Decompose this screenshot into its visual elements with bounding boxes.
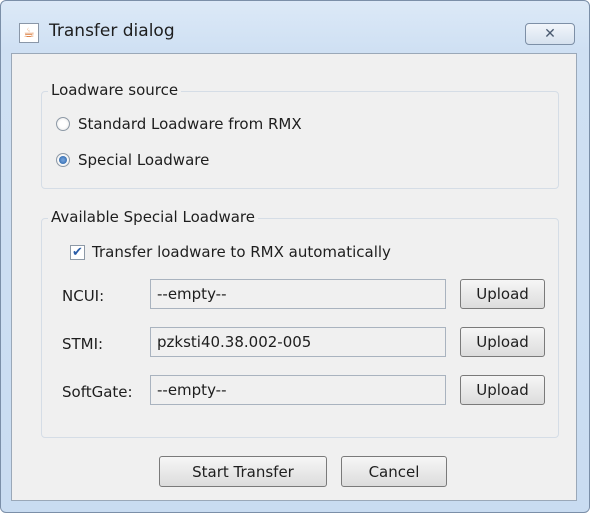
title-bar[interactable]: ☕ Transfer dialog ✕ bbox=[1, 1, 589, 53]
radio-special-label: Special Loadware bbox=[78, 151, 210, 169]
close-icon: ✕ bbox=[544, 26, 556, 42]
radio-standard-loadware[interactable]: Standard Loadware from RMX bbox=[56, 115, 302, 133]
radio-special-indicator[interactable] bbox=[56, 153, 70, 167]
close-button[interactable]: ✕ bbox=[525, 23, 575, 45]
radio-special-loadware[interactable]: Special Loadware bbox=[56, 151, 209, 169]
softgate-field[interactable]: --empty-- bbox=[150, 375, 446, 405]
start-transfer-button[interactable]: Start Transfer bbox=[159, 456, 327, 487]
ncui-upload-button[interactable]: Upload bbox=[460, 279, 545, 309]
ncui-field[interactable]: --empty-- bbox=[150, 279, 446, 309]
ncui-label: NCUI: bbox=[62, 287, 105, 305]
java-app-icon: ☕ bbox=[19, 23, 39, 43]
window-title: Transfer dialog bbox=[49, 21, 175, 41]
special-loadware-title: Available Special Loadware bbox=[48, 208, 258, 226]
radio-standard-label: Standard Loadware from RMX bbox=[78, 115, 302, 133]
auto-transfer-checkbox[interactable]: ✔ bbox=[70, 244, 85, 260]
stmi-label: STMI: bbox=[62, 335, 104, 353]
auto-transfer-checkbox-row[interactable]: ✔ Transfer loadware to RMX automatically bbox=[70, 243, 391, 261]
softgate-upload-button[interactable]: Upload bbox=[460, 375, 545, 405]
transfer-dialog-window: ☕ Transfer dialog ✕ Loadware source Stan… bbox=[0, 0, 590, 513]
stmi-field[interactable]: pzksti40.38.002-005 bbox=[150, 327, 446, 357]
loadware-source-group: Loadware source Standard Loadware from R… bbox=[41, 81, 559, 189]
special-loadware-group: Available Special Loadware ✔ Transfer lo… bbox=[41, 208, 559, 438]
auto-transfer-label: Transfer loadware to RMX automatically bbox=[92, 243, 391, 261]
dialog-content: Loadware source Standard Loadware from R… bbox=[11, 53, 577, 501]
cancel-button[interactable]: Cancel bbox=[341, 456, 447, 487]
stmi-upload-button[interactable]: Upload bbox=[460, 327, 545, 357]
softgate-label: SoftGate: bbox=[62, 383, 133, 401]
radio-standard-indicator[interactable] bbox=[56, 117, 70, 131]
loadware-source-title: Loadware source bbox=[48, 81, 182, 99]
